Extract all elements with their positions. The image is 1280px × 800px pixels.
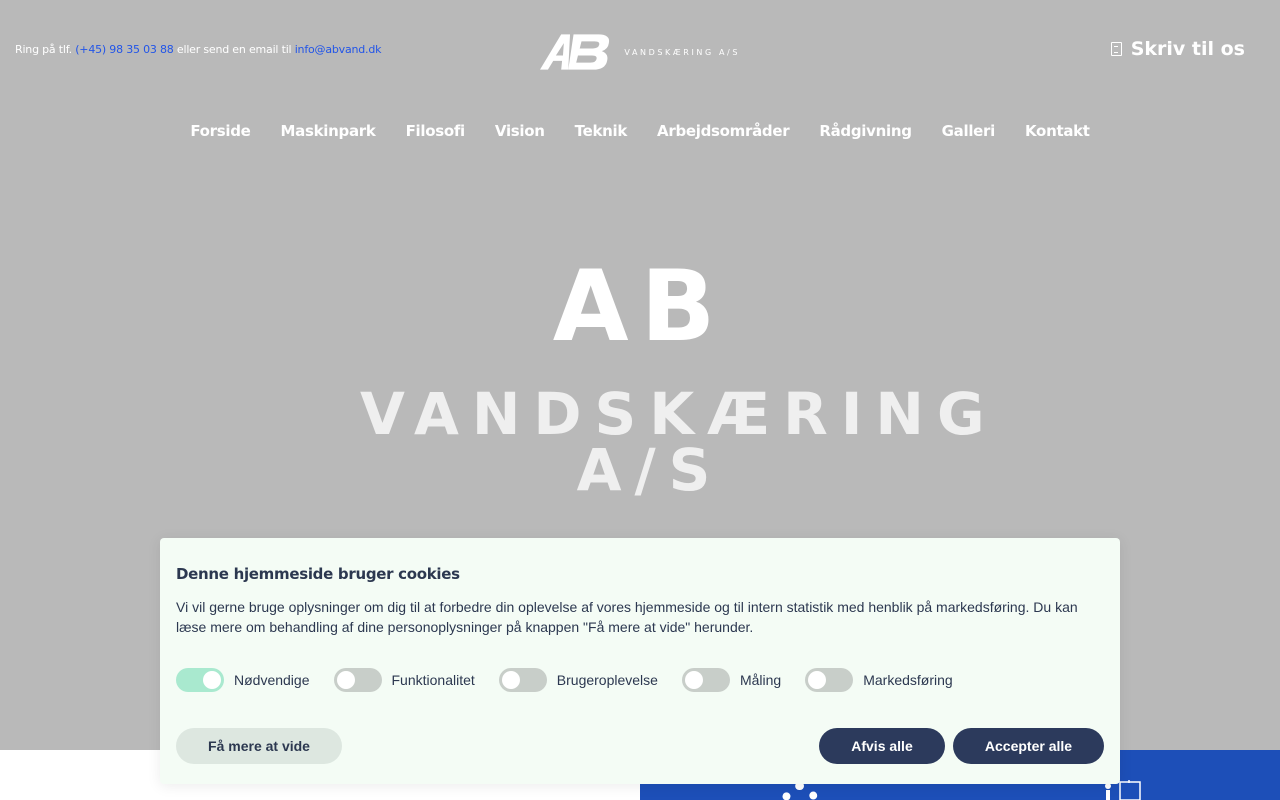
cookie-description: Vi vil gerne bruge oplysninger om dig ti… bbox=[176, 599, 1078, 635]
nav-item-filosofi[interactable]: Filosofi bbox=[406, 122, 466, 140]
write-us-button[interactable]: Skriv til os bbox=[1110, 38, 1245, 60]
toggle-label-functionality: Funktionalitet bbox=[391, 672, 475, 688]
main-nav: Forside Maskinpark Filosofi Vision Tekni… bbox=[0, 122, 1280, 140]
hero-title: AB bbox=[552, 250, 728, 364]
accept-all-button[interactable]: Accepter alle bbox=[953, 728, 1104, 764]
nav-item-galleri[interactable]: Galleri bbox=[942, 122, 996, 140]
toggle-label-measurement: Måling bbox=[739, 672, 782, 688]
topbar-contact: Ring på tlf. (+45) 98 35 03 88 eller sen… bbox=[15, 43, 382, 56]
toggle-switch-user-experience[interactable] bbox=[498, 668, 547, 692]
switch-knob bbox=[203, 671, 221, 689]
toggle-marketing[interactable]: Markedsføring bbox=[805, 668, 953, 692]
email-prefix: eller send en email til bbox=[176, 43, 292, 56]
call-prefix: Ring på tlf. bbox=[15, 43, 72, 56]
site-logo[interactable]: VANDSKÆRING A/S bbox=[540, 30, 740, 74]
toggle-necessary[interactable]: Nødvendige bbox=[176, 668, 310, 692]
cookie-toggles: Nødvendige Funktionalitet Brugeroplevels… bbox=[176, 668, 977, 692]
nav-item-forside[interactable]: Forside bbox=[190, 122, 251, 140]
toggle-functionality[interactable]: Funktionalitet bbox=[333, 668, 475, 692]
reject-all-button[interactable]: Afvis alle bbox=[819, 728, 945, 764]
learn-more-button[interactable]: Få mere at vide bbox=[176, 728, 342, 764]
toggle-switch-marketing[interactable] bbox=[805, 668, 854, 692]
cookie-banner: Denne hjemmeside bruger cookies Vi vil g… bbox=[160, 538, 1120, 784]
toggle-measurement[interactable]: Måling bbox=[681, 668, 782, 692]
switch-knob bbox=[501, 671, 520, 689]
toggle-switch-necessary[interactable] bbox=[176, 668, 224, 692]
switch-knob bbox=[336, 671, 355, 689]
document-icon bbox=[1110, 42, 1122, 56]
cookie-title: Denne hjemmeside bruger cookies bbox=[176, 565, 460, 583]
toggle-user-experience[interactable]: Brugeroplevelse bbox=[498, 668, 658, 692]
hero-subtitle: VANDSKÆRING A/S bbox=[360, 380, 998, 504]
toggle-label-marketing: Markedsføring bbox=[863, 672, 953, 688]
toggle-label-user-experience: Brugeroplevelse bbox=[556, 672, 658, 688]
nav-item-arbejdsomraader[interactable]: Arbejdsområder bbox=[657, 122, 790, 140]
phone-link[interactable]: (+45) 98 35 03 88 bbox=[75, 43, 174, 56]
nav-item-kontakt[interactable]: Kontakt bbox=[1025, 122, 1090, 140]
nav-item-raadgivning[interactable]: Rådgivning bbox=[819, 122, 912, 140]
logo-subtitle: VANDSKÆRING A/S bbox=[624, 47, 740, 57]
toggle-label-necessary: Nødvendige bbox=[234, 672, 310, 688]
switch-knob bbox=[684, 671, 703, 689]
email-link[interactable]: info@abvand.dk bbox=[295, 43, 382, 56]
ab-logo-mark-icon bbox=[540, 34, 610, 70]
toggle-switch-functionality[interactable] bbox=[333, 668, 382, 692]
write-us-label: Skriv til os bbox=[1130, 38, 1245, 60]
toggle-switch-measurement[interactable] bbox=[681, 668, 730, 692]
nav-item-vision[interactable]: Vision bbox=[495, 122, 545, 140]
switch-knob bbox=[808, 671, 827, 689]
nav-item-teknik[interactable]: Teknik bbox=[575, 122, 628, 140]
nav-item-maskinpark[interactable]: Maskinpark bbox=[281, 122, 376, 140]
